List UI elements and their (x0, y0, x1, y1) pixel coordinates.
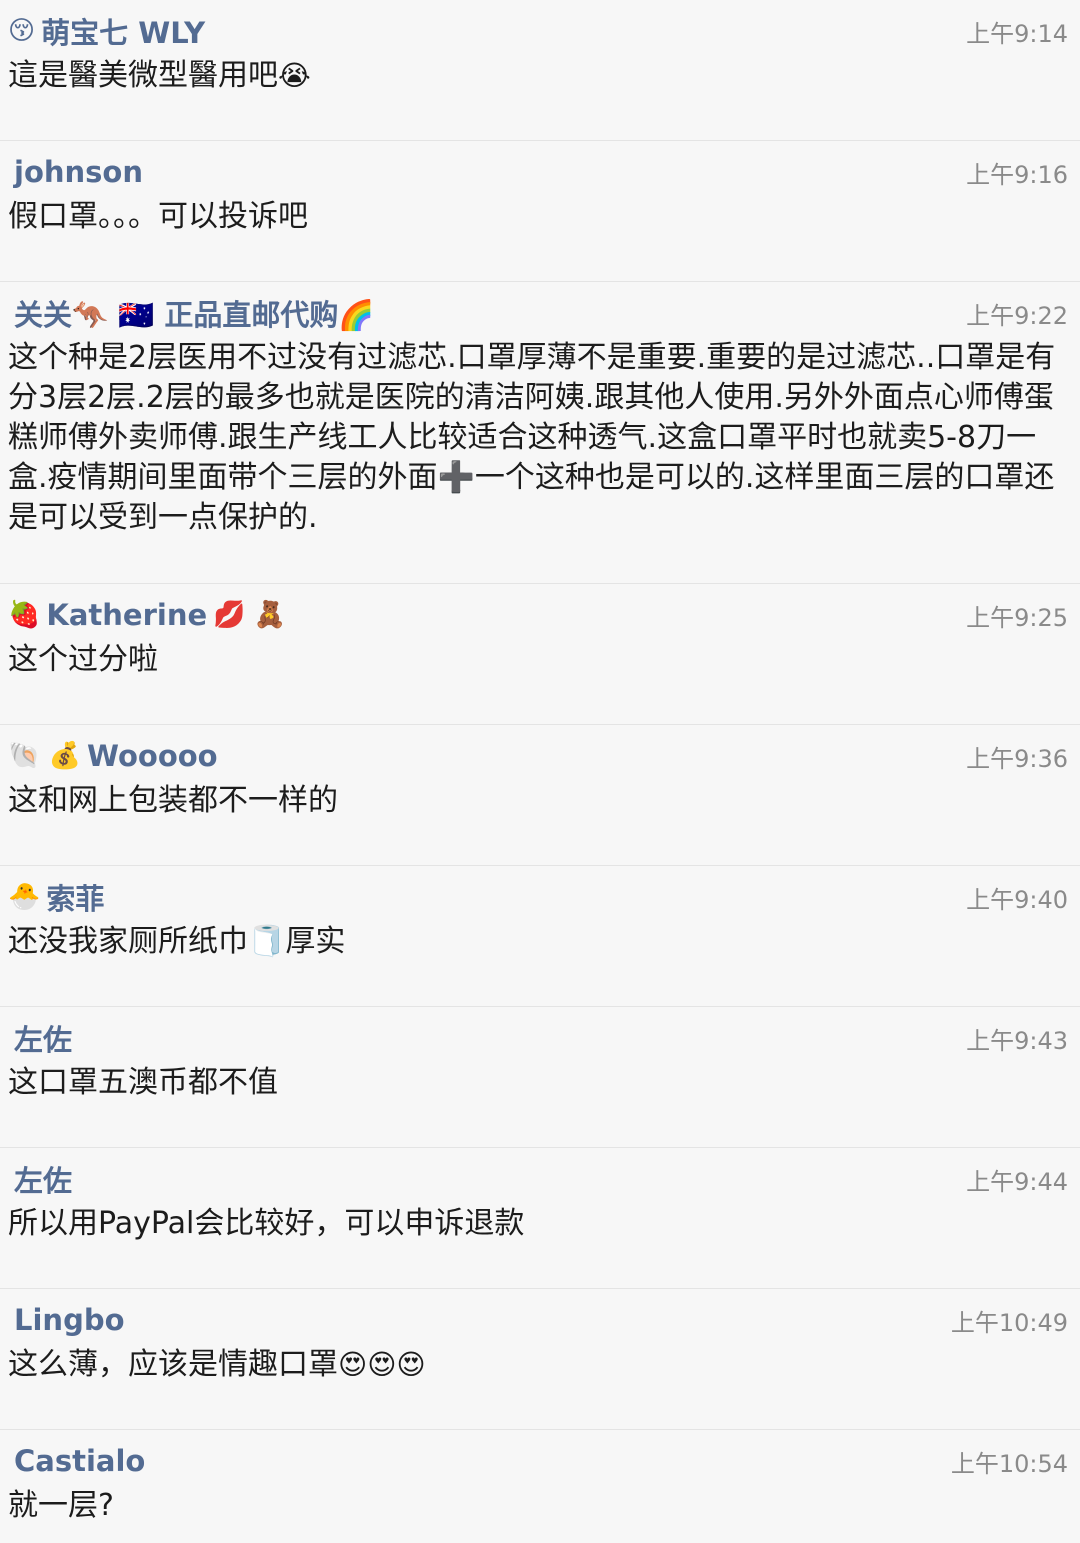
comment-item[interactable]: johnson 上午9:16 假口罩。。。可以投诉吧 (0, 141, 1080, 282)
author-name[interactable]: 左佐 (14, 1017, 72, 1059)
comment-header: 🐣 索菲 上午9:40 (8, 878, 1068, 916)
comment-time: 上午9:14 (966, 19, 1068, 48)
comment-body: 这口罩五澳币都不值 (8, 1063, 1068, 1103)
comment-item[interactable]: 左佐 上午9:43 这口罩五澳币都不值 (0, 1007, 1080, 1148)
comment-item[interactable]: 关关🦘 🇦🇺 正品直邮代购🌈 上午9:22 这个种是2层医用不过没有过滤芯.口罩… (0, 282, 1080, 584)
comment-body: 假口罩。。。可以投诉吧 (8, 197, 1068, 237)
comment-header: 左佐 上午9:43 (8, 1019, 1068, 1057)
comment-text: 还没我家厕所纸巾🧻厚实 (8, 924, 346, 959)
comment-author[interactable]: 🍓 Katherine 💋 🧸 (8, 598, 286, 632)
comment-item[interactable]: 😚 萌宝七 WLY 上午9:14 這是醫美微型醫用吧😭 (0, 0, 1080, 141)
comment-author[interactable]: johnson (8, 155, 149, 189)
author-name[interactable]: johnson (14, 155, 143, 189)
comment-time: 上午9:44 (966, 1167, 1068, 1196)
author-name[interactable]: 萌宝七 WLY (41, 10, 205, 52)
comment-text: 这个过分啦 (8, 642, 158, 677)
comment-text: 这个种是2层医用不过没有过滤芯.口罩厚薄不是重要.重要的是过滤芯..口罩是有分3… (8, 340, 1056, 535)
comment-header: 😚 萌宝七 WLY 上午9:14 (8, 12, 1068, 50)
comment-time: 上午9:22 (966, 301, 1068, 330)
comment-body: 这个过分啦 (8, 640, 1068, 680)
comment-header: Lingbo 上午10:49 (8, 1301, 1068, 1339)
comment-header: 关关🦘 🇦🇺 正品直邮代购🌈 上午9:22 (8, 294, 1068, 332)
comment-time: 上午9:16 (966, 160, 1068, 189)
comment-header: 🐚 💰 Wooooo 上午9:36 (8, 737, 1068, 775)
comment-time: 上午9:25 (966, 603, 1068, 632)
comment-body: 这和网上包装都不一样的 (8, 781, 1068, 821)
comment-item[interactable]: 🐣 索菲 上午9:40 还没我家厕所纸巾🧻厚实 (0, 866, 1080, 1007)
comment-time: 上午9:36 (966, 744, 1068, 773)
author-prefix-emoji: 🐣 (8, 882, 41, 912)
author-name[interactable]: 关关🦘 🇦🇺 正品直邮代购🌈 (14, 292, 375, 334)
comment-text: 这口罩五澳币都不值 (8, 1065, 278, 1100)
comment-item[interactable]: Castialo 上午10:54 就一层? (0, 1430, 1080, 1543)
comment-author[interactable]: Castialo (8, 1444, 151, 1478)
comment-item[interactable]: Lingbo 上午10:49 这么薄，应该是情趣口罩😍😍😍 (0, 1289, 1080, 1430)
comment-emoji: 😭 (278, 59, 311, 92)
comment-body: 這是醫美微型醫用吧😭 (8, 56, 1068, 96)
author-name[interactable]: Katherine (46, 598, 207, 632)
comment-time: 上午10:49 (950, 1308, 1068, 1337)
author-name[interactable]: 索菲 (46, 876, 104, 918)
comment-time: 上午10:54 (950, 1449, 1068, 1478)
comment-author[interactable]: 🐣 索菲 (8, 876, 110, 918)
author-name[interactable]: Castialo (14, 1444, 145, 1478)
comment-item[interactable]: 🍓 Katherine 💋 🧸 上午9:25 这个过分啦 (0, 584, 1080, 725)
comment-text: 所以用PayPal会比较好，可以申诉退款 (8, 1206, 525, 1241)
author-name[interactable]: Lingbo (14, 1303, 125, 1337)
comment-header: johnson 上午9:16 (8, 153, 1068, 191)
comment-body: 所以用PayPal会比较好，可以申诉退款 (8, 1204, 1068, 1244)
author-name[interactable]: Wooooo (87, 739, 218, 773)
comment-text: 就一层? (8, 1488, 114, 1523)
comment-body: 这个种是2层医用不过没有过滤芯.口罩厚薄不是重要.重要的是过滤芯..口罩是有分3… (8, 338, 1068, 538)
comment-header: Castialo 上午10:54 (8, 1442, 1068, 1480)
author-name[interactable]: 左佐 (14, 1158, 72, 1200)
comment-item[interactable]: 🐚 💰 Wooooo 上午9:36 这和网上包装都不一样的 (0, 725, 1080, 866)
author-prefix-emoji: 🐚 💰 (8, 741, 82, 771)
comment-time: 上午9:43 (966, 1026, 1068, 1055)
author-prefix-emoji: 😚 (8, 16, 36, 46)
author-prefix-emoji: 🍓 (8, 600, 41, 630)
comment-item[interactable]: 左佐 上午9:44 所以用PayPal会比较好，可以申诉退款 (0, 1148, 1080, 1289)
comment-list: 😚 萌宝七 WLY 上午9:14 這是醫美微型醫用吧😭 johnson 上午9:… (0, 0, 1080, 1543)
comment-body: 还没我家厕所纸巾🧻厚实 (8, 922, 1068, 962)
comment-author[interactable]: 🐚 💰 Wooooo (8, 739, 224, 773)
comment-author[interactable]: 😚 萌宝七 WLY (8, 10, 211, 52)
comment-header: 🍓 Katherine 💋 🧸 上午9:25 (8, 596, 1068, 634)
comment-author[interactable]: 关关🦘 🇦🇺 正品直邮代购🌈 (8, 292, 381, 334)
comment-author[interactable]: Lingbo (8, 1303, 131, 1337)
comment-text: 這是醫美微型醫用吧 (8, 58, 278, 93)
comment-text: 这么薄，应该是情趣口罩 (8, 1347, 338, 1382)
comment-author[interactable]: 左佐 (8, 1017, 78, 1059)
author-suffix-emoji: 💋 🧸 (213, 600, 287, 630)
comment-time: 上午9:40 (966, 885, 1068, 914)
comment-text: 假口罩。。。可以投诉吧 (8, 199, 308, 234)
comment-header: 左佐 上午9:44 (8, 1160, 1068, 1198)
comment-body: 就一层? (8, 1486, 1068, 1526)
comment-body: 这么薄，应该是情趣口罩😍😍😍 (8, 1345, 1068, 1385)
comment-emoji: 😍😍😍 (338, 1348, 426, 1381)
comment-text: 这和网上包装都不一样的 (8, 783, 338, 818)
comment-author[interactable]: 左佐 (8, 1158, 78, 1200)
